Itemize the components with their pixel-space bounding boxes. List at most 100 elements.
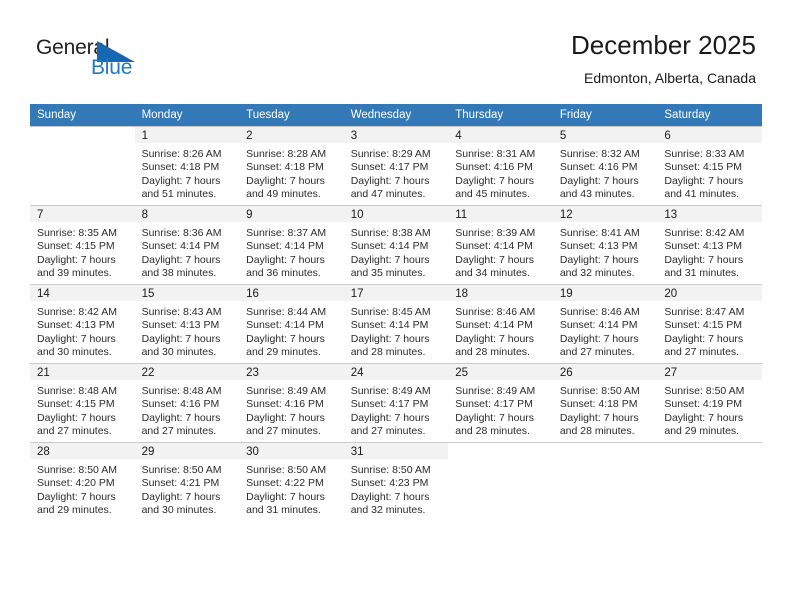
daylight-duration-line1: Daylight: 7 hours [37, 332, 116, 345]
page-title: December 2025 [571, 30, 756, 60]
sunrise-time: Sunrise: 8:50 AM [350, 464, 431, 476]
calendar-day-cell[interactable]: 24 Sunrise: 8:49 AM Sunset: 4:17 PM Dayligh… [343, 363, 449, 443]
sunset-time: Sunset: 4:18 PM [141, 161, 220, 174]
calendar-day-cell[interactable]: 7 Sunrise: 8:35 AM Sunset: 4:15 PM Daylight… [30, 205, 135, 285]
calendar-day-cell[interactable]: 1 Sunrise: 8:26 AM Sunset: 4:18 PM Daylight… [134, 126, 240, 206]
calendar-day-cell[interactable]: 13 Sunrise: 8:42 AM Sunset: 4:13 PM Dayligh… [657, 205, 762, 285]
sunrise-time: Sunrise: 8:38 AM [350, 227, 431, 239]
calendar-day-cell[interactable]: 29 Sunrise: 8:50 AM Sunset: 4:21 PM Dayligh… [134, 442, 240, 521]
day-number: 27 [657, 364, 762, 380]
day-details: Sunrise: 8:47 AM Sunset: 4:15 PM Daylight:… [657, 301, 762, 360]
sunrise-time: Sunrise: 8:47 AM [664, 306, 745, 318]
sunrise-time: Sunrise: 8:49 AM [350, 385, 431, 397]
day-details: Sunrise: 8:50 AM Sunset: 4:20 PM Daylight:… [30, 459, 135, 518]
sunset-time: Sunset: 4:14 PM [246, 319, 324, 332]
sunrise-time: Sunrise: 8:35 AM [37, 227, 117, 239]
calendar-day-cell[interactable]: 21 Sunrise: 8:48 AM Sunset: 4:15 PM Dayligh… [30, 363, 135, 443]
sunset-time: Sunset: 4:14 PM [455, 240, 533, 253]
daylight-duration-line2: and 47 minutes. [350, 188, 426, 201]
daylight-duration-line1: Daylight: 7 hours [141, 411, 221, 424]
calendar-day-cell[interactable]: 14 Sunrise: 8:42 AM Sunset: 4:13 PM Dayligh… [30, 284, 135, 364]
daylight-duration-line2: and 30 minutes. [141, 504, 217, 517]
sunset-time: Sunset: 4:16 PM [246, 398, 324, 411]
calendar-day-cell[interactable]: 19 Sunrise: 8:46 AM Sunset: 4:14 PM Dayligh… [552, 284, 658, 364]
daylight-duration-line2: and 51 minutes. [141, 188, 217, 201]
sunset-time: Sunset: 4:13 PM [559, 240, 638, 253]
day-number: 8 [134, 206, 240, 222]
title-block: December 2025 Edmonton, Alberta, Canada [571, 28, 756, 88]
calendar-day-cell[interactable]: 15 Sunrise: 8:43 AM Sunset: 4:13 PM Dayligh… [134, 284, 240, 364]
sunset-time: Sunset: 4:15 PM [664, 319, 743, 332]
sunset-time: Sunset: 4:15 PM [664, 161, 743, 174]
calendar-day-cell[interactable]: 25 Sunrise: 8:49 AM Sunset: 4:17 PM Dayligh… [448, 363, 553, 443]
sunset-time: Sunset: 4:21 PM [141, 477, 220, 490]
sunrise-time: Sunrise: 8:50 AM [37, 464, 117, 476]
daylight-duration-line1: Daylight: 7 hours [246, 332, 325, 345]
day-details: Sunrise: 8:28 AM Sunset: 4:18 PM Daylight:… [239, 143, 344, 202]
calendar-day-cell[interactable]: 3 Sunrise: 8:29 AM Sunset: 4:17 PM Daylight… [343, 126, 449, 206]
sunset-time: Sunset: 4:15 PM [37, 240, 115, 253]
sunrise-time: Sunrise: 8:50 AM [246, 464, 327, 476]
day-details: Sunrise: 8:41 AM Sunset: 4:13 PM Daylight:… [553, 222, 658, 281]
calendar-day-cell[interactable]: 11 Sunrise: 8:39 AM Sunset: 4:14 PM Dayligh… [448, 205, 553, 285]
calendar-day-cell-empty [30, 126, 135, 206]
sunset-time: Sunset: 4:14 PM [246, 240, 324, 253]
calendar-day-cell[interactable]: 12 Sunrise: 8:41 AM Sunset: 4:13 PM Dayligh… [552, 205, 658, 285]
daylight-duration-line2: and 49 minutes. [246, 188, 321, 201]
calendar-day-cell[interactable]: 20 Sunrise: 8:47 AM Sunset: 4:15 PM Dayligh… [657, 284, 762, 364]
daylight-duration-line1: Daylight: 7 hours [141, 253, 221, 266]
sunrise-time: Sunrise: 8:42 AM [37, 306, 117, 318]
sunset-time: Sunset: 4:17 PM [350, 398, 429, 411]
daylight-duration-line2: and 32 minutes. [350, 504, 426, 517]
calendar-day-cell[interactable]: 9 Sunrise: 8:37 AM Sunset: 4:14 PM Daylight… [239, 205, 344, 285]
sunrise-time: Sunrise: 8:42 AM [664, 227, 745, 239]
calendar-day-cell[interactable]: 16 Sunrise: 8:44 AM Sunset: 4:14 PM Dayligh… [239, 284, 344, 364]
day-number: 6 [657, 127, 762, 143]
daylight-duration-line1: Daylight: 7 hours [246, 490, 325, 503]
day-number: 7 [30, 206, 135, 222]
daylight-duration-line1: Daylight: 7 hours [559, 332, 639, 345]
calendar-day-cell[interactable]: 18 Sunrise: 8:46 AM Sunset: 4:14 PM Dayligh… [448, 284, 553, 364]
daylight-duration-line1: Daylight: 7 hours [664, 332, 744, 345]
day-number: 23 [239, 364, 344, 380]
daylight-duration-line1: Daylight: 7 hours [141, 332, 221, 345]
sunrise-time: Sunrise: 8:50 AM [559, 385, 640, 397]
sunrise-time: Sunrise: 8:32 AM [559, 148, 640, 160]
daylight-duration-line2: and 27 minutes. [246, 425, 321, 438]
calendar-day-cell[interactable]: 26 Sunrise: 8:50 AM Sunset: 4:18 PM Dayligh… [552, 363, 658, 443]
sunrise-time: Sunrise: 8:46 AM [559, 306, 640, 318]
day-details: Sunrise: 8:31 AM Sunset: 4:16 PM Daylight:… [448, 143, 553, 202]
calendar-day-cell[interactable]: 30 Sunrise: 8:50 AM Sunset: 4:22 PM Dayligh… [239, 442, 344, 521]
daylight-duration-line2: and 43 minutes. [559, 188, 635, 201]
daylight-duration-line1: Daylight: 7 hours [350, 332, 430, 345]
calendar-day-cell[interactable]: 5 Sunrise: 8:32 AM Sunset: 4:16 PM Daylight… [552, 126, 658, 206]
daylight-duration-line2: and 38 minutes. [141, 267, 217, 280]
sunset-time: Sunset: 4:14 PM [455, 319, 533, 332]
day-number: 22 [134, 364, 240, 380]
day-details: Sunrise: 8:33 AM Sunset: 4:15 PM Daylight:… [657, 143, 762, 202]
calendar-day-cell[interactable]: 6 Sunrise: 8:33 AM Sunset: 4:15 PM Daylight… [657, 126, 762, 206]
calendar-day-cell[interactable]: 17 Sunrise: 8:45 AM Sunset: 4:14 PM Dayligh… [343, 284, 449, 364]
calendar-day-cell[interactable]: 27 Sunrise: 8:50 AM Sunset: 4:19 PM Dayligh… [657, 363, 762, 443]
general-blue-logo[interactable]: General Blue [36, 36, 166, 82]
calendar-body: 1 Sunrise: 8:26 AM Sunset: 4:18 PM Daylight… [30, 126, 762, 521]
sunset-time: Sunset: 4:17 PM [350, 161, 429, 174]
daylight-duration-line2: and 28 minutes. [455, 346, 530, 359]
daylight-duration-line2: and 41 minutes. [664, 188, 740, 201]
calendar-day-cell[interactable]: 10 Sunrise: 8:38 AM Sunset: 4:14 PM Dayligh… [343, 205, 449, 285]
calendar-day-cell[interactable]: 28 Sunrise: 8:50 AM Sunset: 4:20 PM Dayligh… [30, 442, 135, 521]
calendar-day-cell-empty [448, 442, 553, 521]
calendar-day-cell[interactable]: 2 Sunrise: 8:28 AM Sunset: 4:18 PM Daylight… [239, 126, 344, 206]
calendar-day-cell[interactable]: 23 Sunrise: 8:49 AM Sunset: 4:16 PM Dayligh… [239, 363, 344, 443]
day-number: 18 [448, 285, 553, 301]
weekday-header-saturday: Saturday [657, 104, 762, 127]
daylight-duration-line1: Daylight: 7 hours [141, 174, 221, 187]
daylight-duration-line2: and 29 minutes. [37, 504, 112, 517]
calendar-day-cell[interactable]: 4 Sunrise: 8:31 AM Sunset: 4:16 PM Daylight… [448, 126, 553, 206]
sunset-time: Sunset: 4:17 PM [455, 398, 533, 411]
day-details: Sunrise: 8:49 AM Sunset: 4:16 PM Daylight:… [239, 380, 344, 439]
calendar-day-cell[interactable]: 22 Sunrise: 8:48 AM Sunset: 4:16 PM Dayligh… [134, 363, 240, 443]
calendar-day-cell[interactable]: 8 Sunrise: 8:36 AM Sunset: 4:14 PM Daylight… [134, 205, 240, 285]
sunset-time: Sunset: 4:18 PM [559, 398, 638, 411]
calendar-day-cell[interactable]: 31 Sunrise: 8:50 AM Sunset: 4:23 PM Dayligh… [343, 442, 449, 521]
